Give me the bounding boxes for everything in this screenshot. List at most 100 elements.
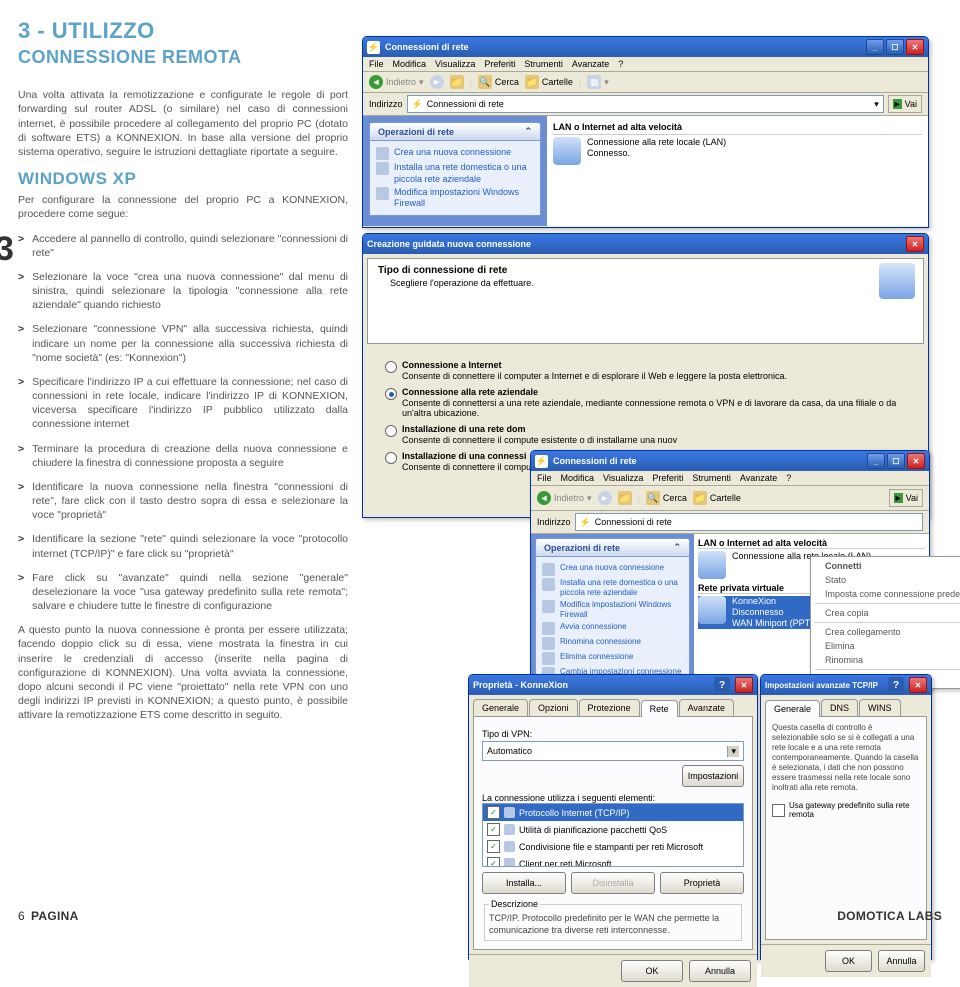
window-title: Proprietà - KonneXion: [473, 680, 706, 690]
cancel-button[interactable]: Annulla: [878, 950, 925, 972]
search-button[interactable]: 🔍Cerca: [478, 75, 519, 89]
close-button[interactable]: ✕: [906, 39, 924, 55]
context-item[interactable]: Crea collegamento: [811, 625, 960, 639]
close-button[interactable]: ✕: [906, 236, 924, 252]
ok-button[interactable]: OK: [825, 950, 872, 972]
task-item[interactable]: Elimina connessione: [542, 652, 683, 665]
instructions-column: Una volta attivata la remotizzazione e c…: [18, 78, 348, 722]
menu-item[interactable]: File: [537, 473, 552, 483]
task-pane-header[interactable]: Operazioni di rete⌃: [535, 538, 690, 557]
up-button[interactable]: 📁: [618, 491, 632, 505]
menu-item[interactable]: Avanzate: [572, 59, 609, 69]
menu-item[interactable]: Strumenti: [692, 473, 731, 483]
menu-bar: File Modifica Visualizza Preferiti Strumenti…: [531, 471, 929, 486]
ok-button[interactable]: OK: [621, 960, 683, 982]
task-item[interactable]: Installa una rete domestica o una piccol…: [376, 162, 534, 185]
maximize-button[interactable]: ☐: [887, 453, 905, 469]
close-button[interactable]: ✕: [909, 677, 927, 693]
forward-button[interactable]: ►: [598, 491, 612, 505]
window-title: Impostazioni avanzate TCP/IP: [765, 681, 880, 690]
context-item[interactable]: Connetti: [811, 559, 960, 573]
wizard-option[interactable]: Installazione di una rete domConsente di…: [385, 424, 906, 445]
back-button[interactable]: ◄Indietro▾: [537, 491, 592, 505]
views-button[interactable]: ▦▾: [587, 75, 609, 89]
address-combo[interactable]: ⚡Connessioni di rete▾: [407, 95, 884, 113]
context-item[interactable]: Rinomina: [811, 653, 960, 667]
list-row[interactable]: ✓Client per reti Microsoft: [483, 855, 743, 867]
type-combo[interactable]: Automatico▾: [482, 741, 744, 761]
properties-button[interactable]: Proprietà: [660, 872, 744, 894]
close-button[interactable]: ✕: [735, 677, 753, 693]
tab[interactable]: Opzioni: [529, 699, 578, 716]
settings-button[interactable]: Impostazioni: [682, 765, 744, 787]
wizard-option[interactable]: Connessione alla rete aziendaleConsente …: [385, 387, 906, 418]
help-button[interactable]: ?: [888, 677, 904, 693]
section-header: LAN o Internet ad alta velocità: [698, 538, 925, 549]
help-button[interactable]: ?: [714, 677, 730, 693]
forward-button[interactable]: ►: [430, 75, 444, 89]
back-button[interactable]: ◄Indietro▾: [369, 75, 424, 89]
gateway-checkbox[interactable]: [772, 804, 785, 817]
list-row[interactable]: ✓Condivisione file e stampanti per reti …: [483, 838, 743, 855]
brand: DOMOTICA LABS: [837, 909, 942, 923]
cancel-button[interactable]: Annulla: [689, 960, 751, 982]
gateway-label: Usa gateway predefinito sulla rete remot…: [789, 801, 920, 819]
tab[interactable]: Generale: [765, 700, 820, 717]
wizard-heading: Tipo di connessione di rete: [378, 265, 913, 276]
folders-button[interactable]: 📁Cartelle: [525, 75, 573, 89]
tab[interactable]: WINS: [859, 699, 901, 716]
address-combo[interactable]: ⚡Connessioni di rete: [575, 513, 923, 531]
menu-item[interactable]: Strumenti: [524, 59, 563, 69]
context-item[interactable]: Crea copia: [811, 606, 960, 620]
lan-icon: [553, 137, 581, 165]
list-row[interactable]: ✓Utilità di pianificazione pacchetti QoS: [483, 821, 743, 838]
context-menu[interactable]: ConnettiStatoImposta come connessione pr…: [810, 556, 960, 689]
menu-item[interactable]: ?: [618, 59, 623, 69]
components-list[interactable]: ✓Protocollo Internet (TCP/IP)✓Utilità di…: [482, 803, 744, 867]
tab[interactable]: Generale: [473, 699, 528, 716]
steps-list: >Accedere al pannello di controllo, quin…: [18, 232, 348, 614]
menu-item[interactable]: File: [369, 59, 384, 69]
close-button[interactable]: ✕: [907, 453, 925, 469]
task-item[interactable]: Crea una nuova connessione: [376, 147, 534, 160]
tab[interactable]: DNS: [821, 699, 858, 716]
list-row[interactable]: ✓Protocollo Internet (TCP/IP): [483, 804, 743, 821]
menu-item[interactable]: Modifica: [393, 59, 427, 69]
go-button[interactable]: ►Vai: [889, 489, 923, 507]
context-item[interactable]: Stato: [811, 573, 960, 587]
up-button[interactable]: 📁: [450, 75, 464, 89]
task-item[interactable]: Installa una rete domestica o una piccol…: [542, 578, 683, 598]
menu-item[interactable]: Modifica: [561, 473, 595, 483]
wizard-option[interactable]: Connessione a InternetConsente di connet…: [385, 360, 906, 381]
tab[interactable]: Protezione: [579, 699, 640, 716]
maximize-button[interactable]: ☐: [886, 39, 904, 55]
context-item[interactable]: Elimina: [811, 639, 960, 653]
address-label: Indirizzo: [369, 99, 403, 109]
minimize-button[interactable]: _: [866, 39, 884, 55]
wizard-sub: Scegliere l'operazione da effettuare.: [390, 278, 913, 288]
tab[interactable]: Rete: [641, 700, 678, 717]
menu-item[interactable]: Preferiti: [484, 59, 515, 69]
window-title: Connessioni di rete: [385, 42, 861, 52]
task-item[interactable]: Modifica impostazioni Windows Firewall: [542, 600, 683, 620]
search-button[interactable]: 🔍Cerca: [646, 491, 687, 505]
task-item[interactable]: Rinomina connessione: [542, 637, 683, 650]
minimize-button[interactable]: _: [867, 453, 885, 469]
menu-item[interactable]: ?: [786, 473, 791, 483]
task-pane-header[interactable]: Operazioni di rete⌃: [369, 122, 541, 141]
menu-item[interactable]: Preferiti: [652, 473, 683, 483]
folders-button[interactable]: 📁Cartelle: [693, 491, 741, 505]
menu-item[interactable]: Avanzate: [740, 473, 777, 483]
desc-heading: Descrizione: [489, 899, 540, 909]
context-item[interactable]: Imposta come connessione predefinita: [811, 587, 960, 601]
task-item[interactable]: Avvia connessione: [542, 622, 683, 635]
task-item[interactable]: Modifica impostazioni Windows Firewall: [376, 187, 534, 210]
go-button[interactable]: ►Vai: [888, 95, 922, 113]
task-item[interactable]: Crea una nuova connessione: [542, 563, 683, 576]
tab[interactable]: Avanzate: [679, 699, 734, 716]
list-item[interactable]: Connessione alla rete locale (LAN)Connes…: [553, 137, 922, 165]
menu-item[interactable]: Visualizza: [603, 473, 643, 483]
toolbar: ◄Indietro▾ ► 📁 | 🔍Cerca 📁Cartelle | ▦▾: [363, 72, 928, 93]
menu-item[interactable]: Visualizza: [435, 59, 475, 69]
install-button[interactable]: Installa...: [482, 872, 566, 894]
